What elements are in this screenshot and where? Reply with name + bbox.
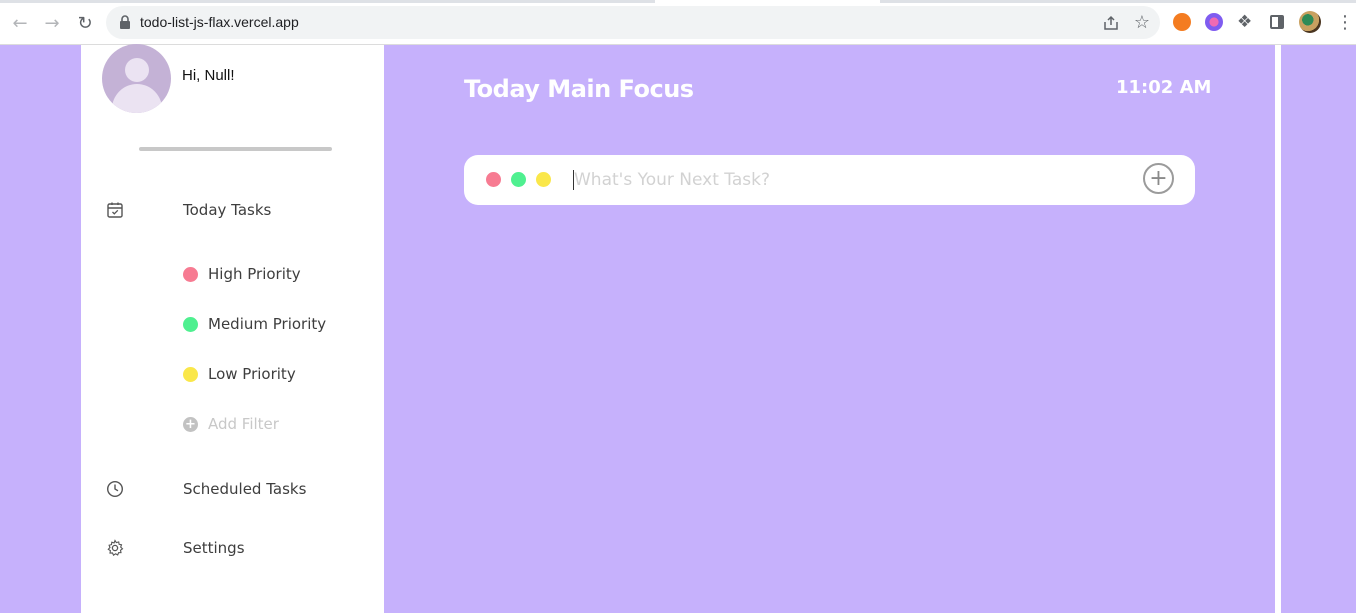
- sidebar-item-scheduled-tasks[interactable]: Scheduled Tasks: [105, 474, 365, 504]
- extensions-puzzle-icon[interactable]: ❖: [1237, 12, 1252, 32]
- plus-icon: +: [1149, 165, 1168, 191]
- filter-low-priority[interactable]: Low Priority: [183, 362, 296, 386]
- browser-toolbar: ← → ↻ todo-list-js-flax.vercel.app ☆ ❖ ⋮: [0, 0, 1356, 45]
- browser-menu-icon[interactable]: ⋮: [1336, 12, 1354, 33]
- sidebar-divider: [139, 147, 332, 151]
- bookmark-star-icon[interactable]: ☆: [1134, 12, 1150, 33]
- task-entry-bar: +: [464, 155, 1195, 205]
- forward-icon[interactable]: →: [41, 12, 63, 34]
- calendar-check-icon: [105, 200, 125, 220]
- filter-label: Low Priority: [208, 365, 296, 383]
- sidebar-item-settings[interactable]: Settings: [105, 533, 365, 563]
- low-priority-dot-icon: [183, 366, 198, 382]
- lock-icon: [120, 15, 130, 29]
- url-text: todo-list-js-flax.vercel.app: [140, 14, 299, 30]
- back-icon[interactable]: ←: [9, 12, 31, 34]
- reload-icon[interactable]: ↻: [74, 12, 96, 34]
- medium-priority-dot-icon: [183, 316, 198, 332]
- page-edge-strip: [1275, 45, 1281, 613]
- high-priority-select-icon[interactable]: [486, 172, 501, 187]
- page-title: Today Main Focus: [464, 75, 694, 103]
- tab-strip: [0, 0, 1356, 3]
- add-filter-button[interactable]: + Add Filter: [183, 412, 279, 436]
- plus-circle-icon: +: [183, 416, 198, 432]
- gear-icon: [105, 538, 125, 558]
- add-filter-label: Add Filter: [208, 415, 279, 433]
- medium-priority-select-icon[interactable]: [511, 172, 526, 187]
- address-bar[interactable]: todo-list-js-flax.vercel.app ☆: [106, 6, 1160, 39]
- high-priority-dot-icon: [183, 266, 198, 282]
- user-greeting: Hi, Null!: [182, 67, 235, 84]
- filter-high-priority[interactable]: High Priority: [183, 262, 301, 286]
- extension-brain-icon[interactable]: [1205, 13, 1223, 31]
- sidebar-item-today-tasks[interactable]: Today Tasks: [105, 195, 365, 225]
- filter-label: High Priority: [208, 265, 301, 283]
- task-input[interactable]: [574, 165, 1134, 195]
- share-icon[interactable]: [1102, 14, 1120, 32]
- low-priority-select-icon[interactable]: [536, 172, 551, 187]
- avatar[interactable]: [102, 44, 171, 113]
- sidebar: Hi, Null! Today Tasks High Priority Medi…: [81, 44, 384, 613]
- sidebar-item-label: Today Tasks: [183, 201, 272, 219]
- filter-medium-priority[interactable]: Medium Priority: [183, 312, 326, 336]
- profile-avatar[interactable]: [1299, 11, 1321, 33]
- filter-label: Medium Priority: [208, 315, 327, 333]
- current-time: 11:02 AM: [1116, 77, 1212, 98]
- side-panel-icon[interactable]: [1270, 15, 1284, 29]
- clock-icon: [105, 479, 125, 499]
- add-task-button[interactable]: +: [1143, 163, 1174, 194]
- extension-orange-icon[interactable]: [1173, 13, 1191, 31]
- sidebar-item-label: Settings: [183, 539, 245, 557]
- sidebar-item-label: Scheduled Tasks: [183, 480, 307, 498]
